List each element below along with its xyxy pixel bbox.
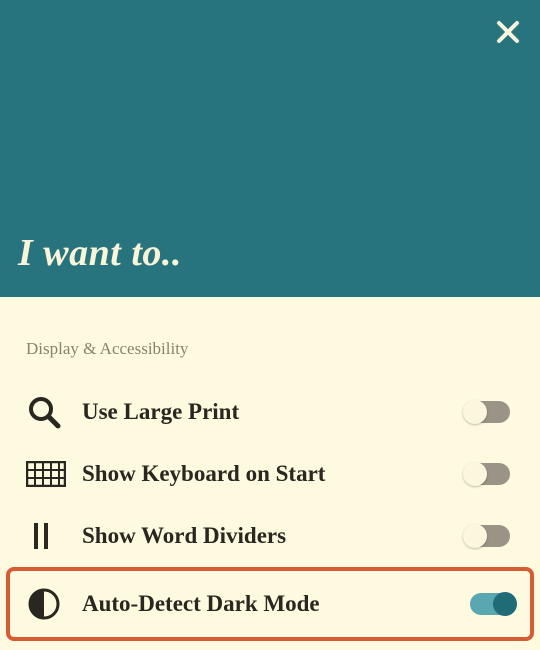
magnifier-icon bbox=[26, 394, 62, 430]
toggle-show-word-dividers[interactable] bbox=[464, 525, 510, 547]
close-icon bbox=[494, 18, 522, 46]
row-label: Use Large Print bbox=[82, 399, 464, 425]
row-auto-detect-dark-mode[interactable]: Auto-Detect Dark Mode bbox=[6, 567, 534, 641]
settings-section: Display & Accessibility Use Large Print … bbox=[0, 297, 540, 641]
close-button[interactable] bbox=[494, 18, 522, 46]
keyboard-icon bbox=[26, 461, 66, 487]
header-title: I want to.. bbox=[18, 231, 182, 275]
toggle-auto-detect-dark-mode[interactable] bbox=[470, 593, 516, 615]
row-show-keyboard-on-start[interactable]: Show Keyboard on Start bbox=[24, 443, 516, 505]
row-use-large-print[interactable]: Use Large Print bbox=[24, 381, 516, 443]
row-label: Show Word Dividers bbox=[82, 523, 464, 549]
row-show-word-dividers[interactable]: Show Word Dividers bbox=[24, 505, 516, 567]
toggle-use-large-print[interactable] bbox=[464, 401, 510, 423]
row-label: Auto-Detect Dark Mode bbox=[82, 591, 470, 617]
toggle-show-keyboard-on-start[interactable] bbox=[464, 463, 510, 485]
row-label: Show Keyboard on Start bbox=[82, 461, 464, 487]
dividers-icon bbox=[26, 520, 56, 552]
contrast-icon bbox=[26, 586, 62, 622]
section-label: Display & Accessibility bbox=[26, 339, 516, 359]
header: I want to.. bbox=[0, 0, 540, 297]
